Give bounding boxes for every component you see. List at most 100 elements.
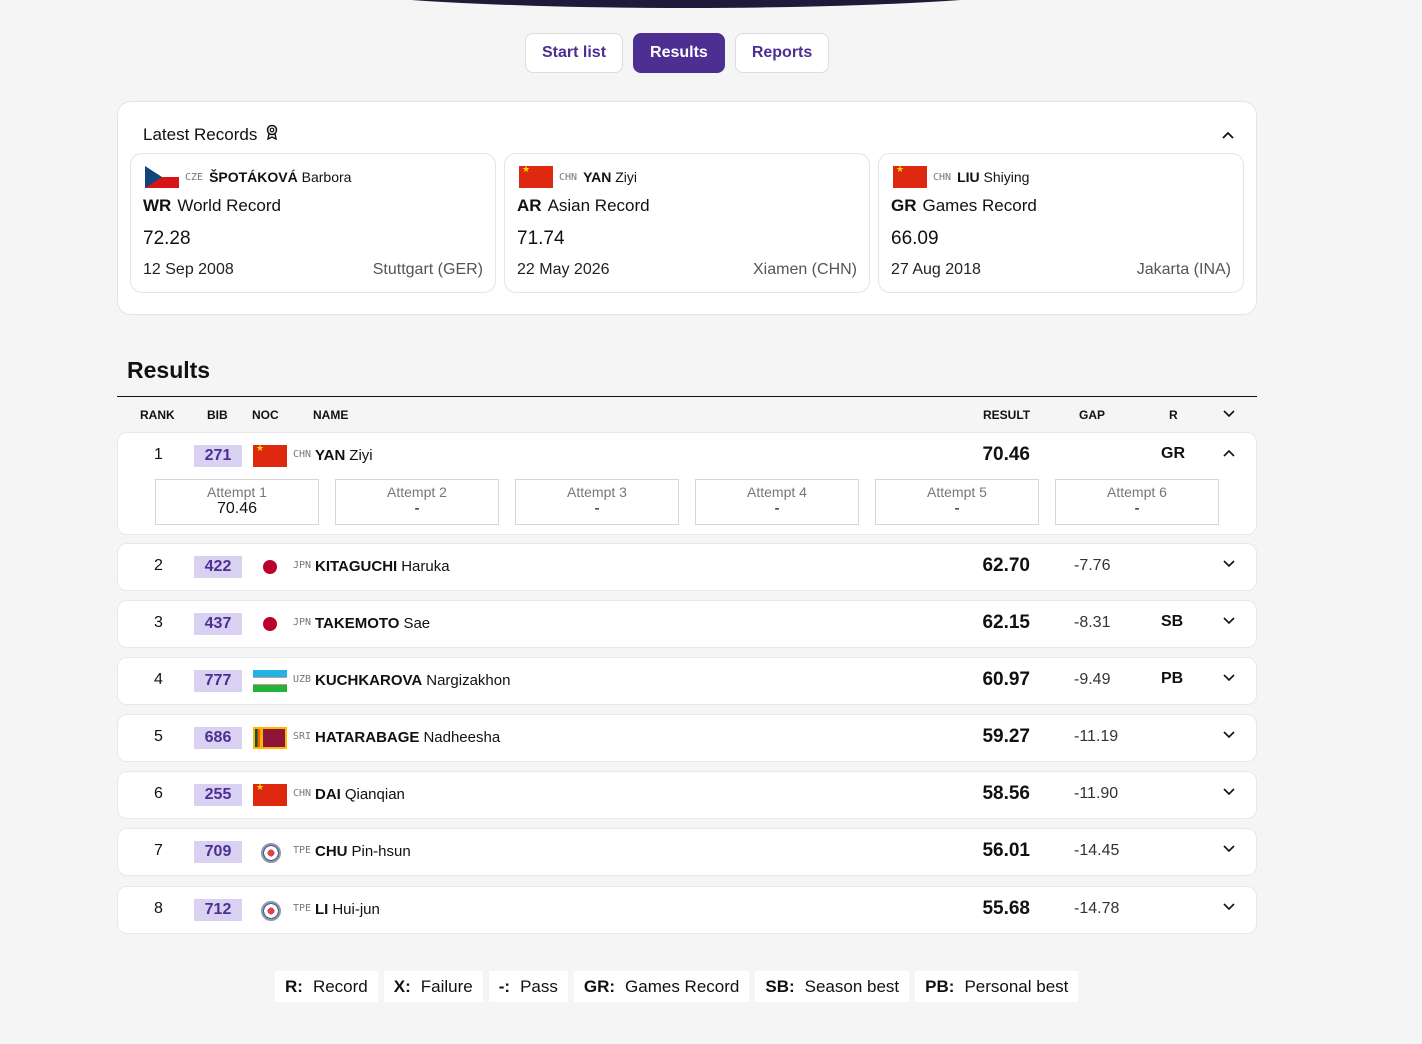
rank: 8 [154,900,163,917]
attempt-box: Attempt 2 - [335,479,499,525]
record-card: CHN YAN Ziyi ARAsian Record 71.74 22 May… [504,153,870,293]
col-name-header: NAME [313,408,349,422]
attempt-box: Attempt 6 - [1055,479,1219,525]
record-value: 71.74 [517,228,565,249]
tab-results[interactable]: Results [633,33,725,73]
record-date: 12 Sep 2008 [143,261,234,278]
tab-reports[interactable]: Reports [734,33,830,73]
bib-badge: 777 [194,670,242,692]
bib-badge: 437 [194,613,242,635]
tab-start-list[interactable]: Start list [525,33,624,73]
attempt-label: Attempt 2 [387,484,447,500]
chevron-up-icon[interactable] [1222,126,1234,142]
bib-badge: 422 [194,556,242,578]
rank: 2 [154,557,163,574]
chevron-down-icon[interactable] [1223,783,1235,799]
attempt-value: - [774,500,780,517]
gap-value: -14.45 [1074,842,1120,859]
chevron-down-icon[interactable] [1223,612,1235,628]
legend-key: X: [393,976,411,996]
record-value: 72.28 [143,228,191,249]
col-result-header: RESULT [983,408,1031,422]
legend-item: -: Pass [488,971,568,1002]
result-value: 56.01 [982,840,1030,861]
col-rank-header: RANK [140,408,175,422]
noc-code: TPE [293,903,312,914]
athlete-name[interactable]: KUCHKAROVA Nargizakhon [315,672,510,689]
flag-icon [253,670,287,692]
header-arc-decoration [282,0,1090,8]
legend-key: R: [285,976,303,996]
attempt-value: 70.46 [216,500,258,517]
attempt-value: - [414,500,420,517]
result-value: 62.70 [982,555,1030,576]
athlete-name[interactable]: YAN Ziyi [315,447,373,464]
result-row[interactable]: 4 777 UZB KUCHKAROVA Nargizakhon 60.97 -9… [117,657,1257,705]
chevron-down-icon[interactable] [1223,555,1235,571]
bib-badge: 686 [194,727,242,749]
legend-label: Record [312,976,368,996]
chevron-down-icon[interactable] [1223,726,1235,742]
flag-icon [253,613,287,635]
result-row[interactable]: 6 255 CHN DAIQianqian 58.56 -11.90 [117,771,1257,819]
record-place: Stuttgart (GER) [372,261,483,278]
flag-icon [253,784,287,806]
col-r-header: R [1169,408,1178,422]
attempt-box: Attempt 4 - [695,479,859,525]
gap-value: -11.90 [1074,785,1119,802]
noc-code: TPE [293,845,312,856]
attempt-label: Attempt 4 [747,484,807,500]
result-value: 62.15 [982,612,1030,633]
result-row[interactable]: 8 712 TPE LI Hui-jun 55.68 -14.78 [117,886,1257,934]
result-row[interactable]: 3 437 JPN TAKEMOTO Sae 62.15 -8.31 SB [117,600,1257,648]
athlete-name[interactable]: KITAGUCHI Haruka [315,558,450,575]
rank: 7 [154,842,163,859]
noc-code: UZB [293,674,312,685]
attempt-value: - [954,500,960,517]
record-date: 27 Aug 2018 [891,261,981,278]
record-athlete-name: ŠPOTÁKOVÁ Barbora [209,169,352,185]
result-row[interactable]: 2 422 JPN KITAGUCHI Haruka 62.70 -7.76 [117,543,1257,591]
record-noc: CHN [933,171,952,183]
chevron-down-icon[interactable] [1223,840,1235,856]
divider [117,396,1257,397]
record-card: CHN LIU Shiying GRGames Record 66.09 27 … [878,153,1244,293]
gap-value: -8.31 [1074,614,1111,631]
athlete-name[interactable]: TAKEMOTO Sae [315,615,430,632]
record-flag: PB [1161,670,1184,687]
result-row[interactable]: 5 686 SRI HATARABAGE Nadheesha 59.27 -11.… [117,714,1257,762]
legend-item: GR: Games Record [573,971,750,1002]
chevron-down-icon[interactable] [1223,898,1235,914]
chevron-up-icon[interactable] [1223,444,1235,460]
bib-badge: 271 [194,445,242,467]
record-place: Xiamen (CHN) [752,261,857,278]
athlete-name[interactable]: HATARABAGE Nadheesha [315,729,500,746]
attempt-box: Attempt 3 - [515,479,679,525]
athlete-name[interactable]: DAI Qianqian [315,786,405,803]
result-row[interactable]: 7 709 TPE CHU Pin-hsun 56.01 -14.45 [117,828,1257,876]
award-ribbon-icon [265,124,279,145]
record-athlete-name: LIU Shiying [957,169,1030,185]
record-athlete: CHN LIU Shiying [893,166,1029,188]
noc-code: CHN [293,449,312,460]
view-tabs: Start list Results Reports [525,33,830,73]
gap-value: -9.49 [1074,671,1111,688]
athlete-name[interactable]: CHU Pin-hsun [315,843,411,860]
result-value: 60.97 [982,669,1030,690]
record-value: 66.09 [891,228,939,249]
athlete-name[interactable]: LI Hui-jun [315,901,380,918]
legend-label: Failure [420,976,473,996]
expand-all-chevron-down-icon[interactable] [1223,405,1235,421]
rank: 6 [154,785,163,802]
legend-item: SB: Season best [755,971,910,1002]
results-title: Results [127,357,211,383]
result-row[interactable]: 1 271 CHN YANZiyi 70.46 GR Attempt 1 70.… [117,432,1257,535]
col-gap-header: GAP [1079,408,1106,422]
flag-icon [145,166,179,188]
gap-value: -11.19 [1074,728,1119,745]
bib-badge: 709 [194,841,242,863]
attempt-label: Attempt 6 [1107,484,1167,500]
chevron-down-icon[interactable] [1223,669,1235,685]
flag-icon [253,445,287,467]
record-type: GR Games Record [891,196,1037,215]
